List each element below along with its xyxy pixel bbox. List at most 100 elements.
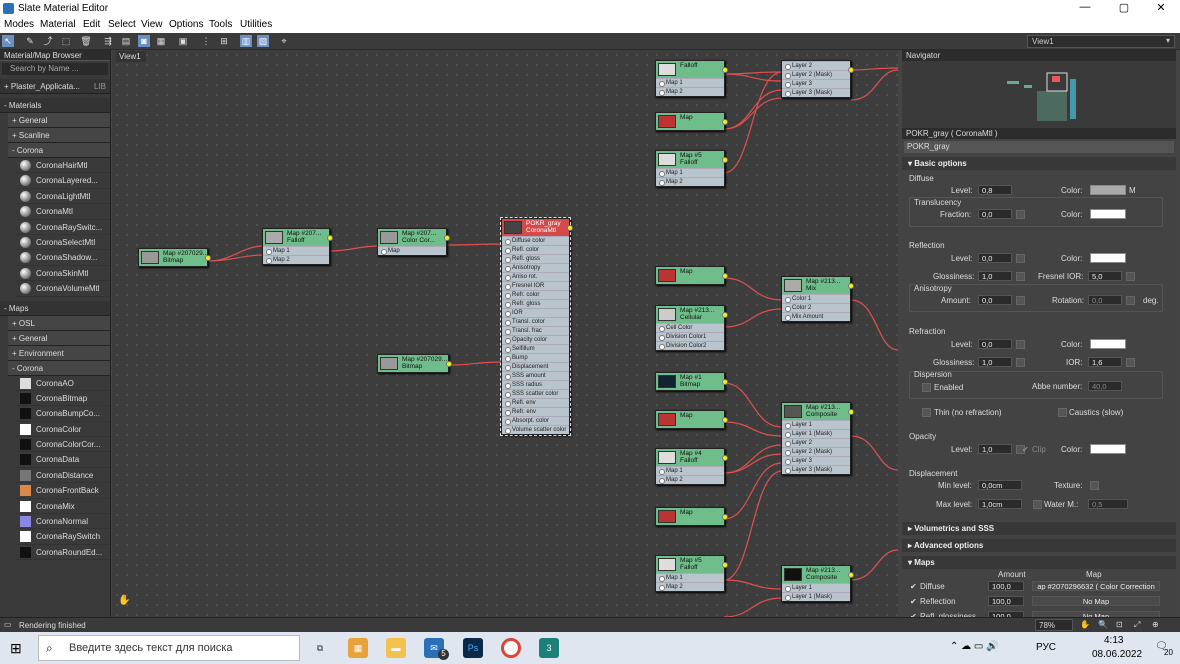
language-indicator[interactable]: РУС [1036,642,1056,653]
select-by-material-icon[interactable]: ⌖ [278,35,290,47]
view-selector-dropdown[interactable]: View1 ▾ [1027,35,1175,48]
node-input-slot[interactable]: Opacity color [502,335,569,344]
node-output-socket[interactable] [722,67,728,73]
node-input-slot[interactable]: Map 1 [656,168,724,177]
node-input-slot[interactable]: Anisotropy [502,263,569,272]
node-input-slot[interactable]: Map 2 [656,87,724,96]
node-input-slot[interactable]: Layer 1 (Mask) [782,429,850,438]
refraction-level-map[interactable] [1016,340,1025,349]
node-output-socket[interactable] [848,67,854,73]
node-input-slot[interactable]: Refr. gloss [502,299,569,308]
node-input-slot[interactable]: Map 1 [656,466,724,475]
disp-texture-map[interactable] [1090,481,1099,490]
translucency-color-swatch[interactable] [1090,209,1126,219]
zoom-icon[interactable]: 🔍 [1098,620,1108,629]
show-map-icon[interactable]: ◙ [138,35,150,47]
3dsmax-icon[interactable]: 3 [539,638,559,658]
node-r-bitmap1[interactable]: Map #1 Bitmap [655,372,728,391]
node-input-slot[interactable]: Refl. env [502,398,569,407]
opacity-color-swatch[interactable] [1090,444,1126,454]
disp-max-spinner[interactable]: 1,0cm [978,499,1022,509]
mat-group-general[interactable]: + General [8,113,110,128]
water-spinner[interactable]: 0,5 [1088,499,1128,509]
diffuse-map-button[interactable]: M [1129,186,1136,195]
taskbar-search-input[interactable]: Введите здесь текст для поиска [38,635,300,661]
map-item[interactable]: CoronaColorCor... [16,437,110,453]
refraction-color-swatch[interactable] [1090,339,1126,349]
basic-options-rollout[interactable]: ▾ Basic options [902,157,1176,170]
material-item[interactable]: CoronaMtl [16,204,110,220]
node-input-slot[interactable]: Map [378,246,446,255]
navigator-minimap[interactable] [902,61,1176,128]
map-group-environment[interactable]: + Environment [8,345,110,361]
node-input-slot[interactable]: Layer 2 (Mask) [782,70,850,79]
node-input-slot[interactable]: Mix Amount [782,312,850,321]
reflection-level-map[interactable] [1016,254,1025,263]
map-item[interactable]: CoronaDistance [16,468,110,484]
material-item[interactable]: CoronaSkinMtl [16,266,110,282]
clock-time[interactable]: 4:13 [1104,635,1123,646]
material-item[interactable]: CoronaLightMtl [16,189,110,205]
translucency-fraction-spinner[interactable]: 0,0 [978,209,1012,219]
material-item[interactable]: CoronaHairMtl [16,158,110,174]
pick-material-icon[interactable]: ✎ [24,35,36,47]
zoom-selected-icon[interactable]: ⊕ [1152,620,1159,629]
node-input-slot[interactable]: Refl. color [502,245,569,254]
node-input-slot[interactable]: Displacement [502,362,569,371]
zoom-extents-icon[interactable]: ⤢ [1134,620,1140,630]
map-item[interactable]: CoronaColor [16,422,110,438]
node-r-falloff4[interactable]: Map #4 Falloff Map 1 Map 2 [655,448,728,485]
node-header[interactable]: Map #207029... Bitmap [139,249,207,266]
assign-material-icon[interactable]: ⬚ [60,35,72,47]
material-item[interactable]: CoronaRaySwitc... [16,220,110,235]
node-input-slot[interactable]: Map 1 [656,78,724,87]
node-input-slot[interactable]: Refr. env [502,407,569,416]
node-input-slot[interactable]: Color 2 [782,303,850,312]
node-header[interactable]: Map #207... Falloff [263,229,329,246]
advanced-rollout[interactable]: ▸ Advanced options [902,539,1176,552]
node-output-socket[interactable] [205,255,211,261]
node-output-socket[interactable] [722,417,728,423]
mat-group-scanline[interactable]: + Scanline [8,128,110,143]
node-input-slot[interactable]: Layer 1 (Mask) [782,592,850,601]
maximize-button[interactable]: ▢ [1114,1,1134,14]
node-input-slot[interactable]: Division Color2 [656,341,724,350]
node-output-socket[interactable] [722,514,728,520]
node-input-slot[interactable]: SSS scatter color [502,389,569,398]
reflection-gloss-spinner[interactable]: 1,0 [978,271,1012,281]
menu-options[interactable]: Options [169,19,203,30]
node-r-cellular[interactable]: Map #213... Cellular Cell Color Division Co… [655,305,728,351]
material-name-field[interactable]: POKR_gray [904,141,1174,153]
ior-map[interactable] [1126,358,1135,367]
node-header[interactable]: Falloff [656,61,724,78]
node-header[interactable]: Map #5 Falloff [656,556,724,573]
node-header[interactable]: Map #213... Cellular [656,306,724,323]
node-header[interactable]: Map #213... Composite [782,566,850,583]
material-item[interactable]: CoronaLayered... [16,173,110,189]
node-input-slot[interactable]: SSS amount [502,371,569,380]
node-bitmap1[interactable]: Map #207029... Bitmap [138,248,211,267]
layout-all-icon[interactable]: ⊞ [218,35,230,47]
menu-view[interactable]: View [141,19,163,30]
node-input-slot[interactable]: Absorpt. color [502,416,569,425]
node-colorcor[interactable]: Map #207... Color Cor... Map [377,228,450,256]
disp-min-spinner[interactable]: 0,0cm [978,480,1022,490]
node-r-falloff-a[interactable]: Falloff Map 1 Map 2 [655,60,728,97]
node-output-socket[interactable] [327,235,333,241]
node-input-slot[interactable]: Aniso rot. [502,272,569,281]
node-input-slot[interactable]: Volume scatter color [502,425,569,434]
move-children-icon[interactable]: ⇶ [102,35,114,47]
water-checkbox[interactable] [1033,500,1042,509]
dispersion-enabled-checkbox[interactable] [922,383,931,392]
node-bitmap2[interactable]: Map #207029... Bitmap [377,354,452,373]
node-input-slot[interactable]: Layer 2 [782,61,850,70]
node-header[interactable]: Map [656,411,724,428]
node-header[interactable]: Map [656,113,724,130]
node-output-socket[interactable] [722,312,728,318]
row-enabled-checkbox[interactable]: ✔ [910,597,917,606]
thin-checkbox[interactable] [922,408,931,417]
map-item[interactable]: CoronaBitmap [16,391,110,407]
menu-material[interactable]: Material [40,19,76,30]
node-header[interactable]: Map #207... Color Cor... [378,229,446,246]
map-group-osl[interactable]: + OSL [8,315,110,331]
